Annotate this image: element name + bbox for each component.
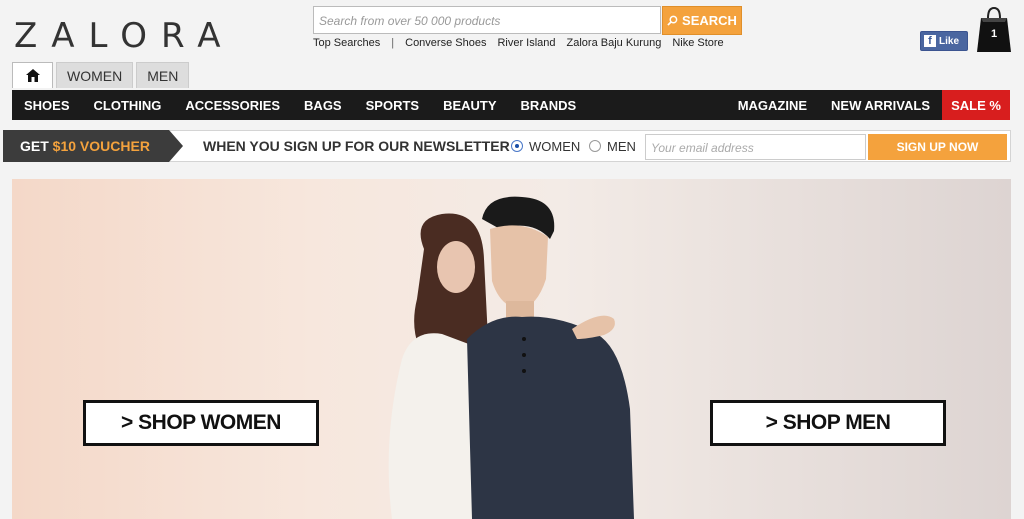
like-label: Like <box>939 35 960 47</box>
radio-women[interactable] <box>511 140 523 152</box>
nav-item-sports[interactable]: SPORTS <box>354 90 431 120</box>
hero-models-image <box>388 196 634 519</box>
nav-item-clothing[interactable]: CLOTHING <box>82 90 174 120</box>
voucher-amount: $10 VOUCHER <box>52 138 150 154</box>
hero-banner: > SHOP WOMEN > SHOP MEN <box>12 179 1011 519</box>
top-searches: Top Searches | Converse Shoes River Isla… <box>313 37 724 49</box>
facebook-like-button[interactable]: f Like <box>920 31 968 51</box>
top-search-link[interactable]: Zalora Baju Kurung <box>567 37 662 49</box>
radio-men-label[interactable]: MEN <box>607 139 636 154</box>
tab-women[interactable]: WOMEN <box>56 62 134 88</box>
radio-men[interactable] <box>589 140 601 152</box>
nav-item-beauty[interactable]: BEAUTY <box>431 90 508 120</box>
sign-up-button[interactable]: SIGN UP NOW <box>868 134 1007 160</box>
facebook-icon: f <box>924 35 936 47</box>
nav-item-magazine[interactable]: MAGAZINE <box>726 90 819 120</box>
tab-men[interactable]: MEN <box>136 62 190 88</box>
separator: | <box>391 37 395 49</box>
search-input[interactable]: Search from over 50 000 products <box>313 6 661 34</box>
top-search-link[interactable]: Nike Store <box>672 37 723 49</box>
nav-item-accessories[interactable]: ACCESSORIES <box>173 90 292 120</box>
nav-item-sale[interactable]: SALE % <box>942 90 1010 120</box>
email-field[interactable]: Your email address <box>645 134 866 160</box>
tab-home[interactable] <box>12 62 53 88</box>
top-search-link[interactable]: River Island <box>497 37 555 49</box>
newsletter-text: WHEN YOU SIGN UP FOR OUR NEWSLETTER <box>203 138 510 154</box>
voucher-banner: GET $10 VOUCHER <box>3 130 183 162</box>
top-search-link[interactable]: Converse Shoes <box>405 37 486 49</box>
voucher-prefix: GET <box>20 138 53 154</box>
shop-men-button[interactable]: > SHOP MEN <box>710 400 946 446</box>
zalora-logo[interactable]: ZALORA <box>14 16 235 56</box>
radio-women-label[interactable]: WOMEN <box>529 139 580 154</box>
search-button-label: SEARCH <box>682 13 737 28</box>
search-button[interactable]: SEARCH <box>662 6 742 35</box>
top-searches-label: Top Searches <box>313 37 381 49</box>
gender-tabs: WOMEN MEN <box>12 62 190 88</box>
nav-item-shoes[interactable]: SHOES <box>12 90 82 120</box>
cart-count: 1 <box>990 28 998 40</box>
main-nav: SHOES CLOTHING ACCESSORIES BAGS SPORTS B… <box>12 90 1010 120</box>
search-icon <box>667 15 678 26</box>
shop-women-button[interactable]: > SHOP WOMEN <box>83 400 319 446</box>
home-icon <box>25 69 40 82</box>
nav-item-new-arrivals[interactable]: NEW ARRIVALS <box>819 90 942 120</box>
nav-item-bags[interactable]: BAGS <box>292 90 354 120</box>
newsletter-bar: GET $10 VOUCHER WHEN YOU SIGN UP FOR OUR… <box>3 130 1011 162</box>
nav-item-brands[interactable]: BRANDS <box>509 90 589 120</box>
